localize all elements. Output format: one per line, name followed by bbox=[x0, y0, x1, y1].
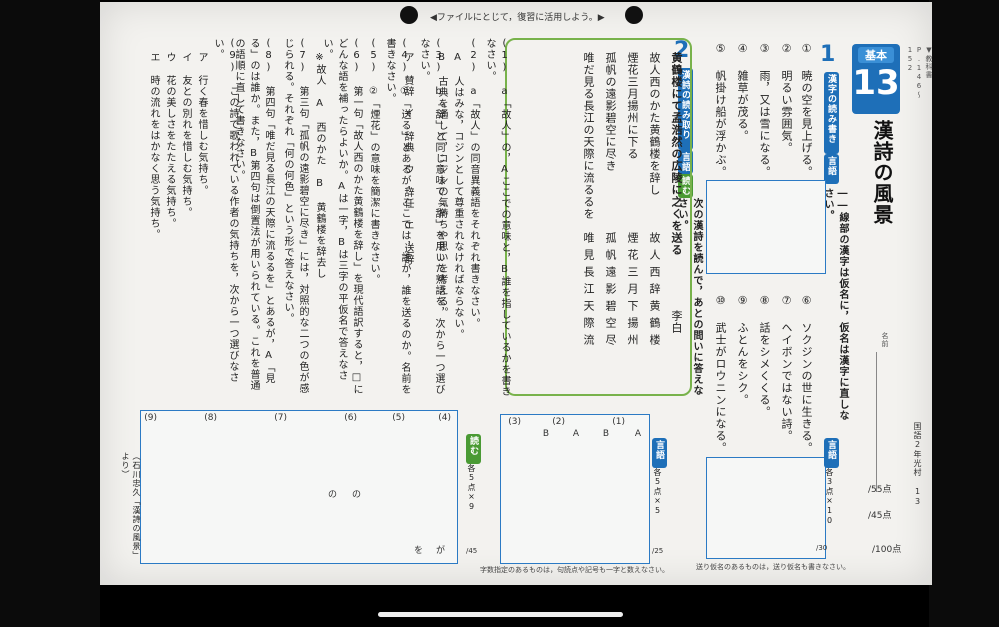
grid-label-8: (8) bbox=[204, 413, 217, 423]
question-3: (3) b「辞」と同じ意味で「辞」を用いた熟語を，次から一つ選びなさい。 bbox=[418, 38, 444, 395]
poem-hakubun-2: 煙花三月下揚州 bbox=[626, 232, 639, 351]
right-dark-margin bbox=[929, 0, 999, 627]
kanji-total: /30 bbox=[816, 544, 828, 552]
question-9: (9) この詩で歌われている作者の気持ちを，次から一つ選びなさい。 bbox=[212, 38, 238, 383]
textbook-pages: ▼教科書 P.146～152 bbox=[906, 46, 933, 99]
question-1: (1) a「故人」の，Aここでの意味と，B誰を指しているかを書きなさい。 bbox=[484, 38, 510, 397]
kanji-footnote: 送り仮名のあるものは，送り仮名も書きなさい。 bbox=[696, 563, 850, 571]
question-9-choice-a: ア 行く春を惜しむ気持ち。 bbox=[196, 52, 207, 196]
poem-kundoku-3: 孤帆の遠影碧空に尽き bbox=[604, 52, 617, 172]
question-6: (6) 第一句「故人西のかた黄鶴楼を辞し」を現代語訳すると，□にどんな語を補った… bbox=[321, 38, 362, 395]
poem-author: 李白 bbox=[670, 310, 683, 334]
kanji-answer-box-bottom[interactable] bbox=[706, 457, 826, 559]
kanji-answer-box-top[interactable] bbox=[706, 180, 826, 274]
binder-hole-right bbox=[625, 6, 643, 24]
char-count-note: 字数指定のあるものは，句読点や記号も一字と数えなさい。 bbox=[480, 566, 669, 574]
grid-label-6: (6) bbox=[344, 413, 357, 423]
unit-badge: 基本 13 bbox=[852, 44, 900, 114]
poem-hakubun-1: 故人西辞黄鶴楼 bbox=[648, 232, 661, 351]
answer-hint-wo: を bbox=[413, 546, 423, 556]
unit-title: 漢詩の風景 bbox=[870, 120, 894, 225]
poem-box: 黄鶴楼にて孟浩然の広陵に之くを送る 李白 故人西のかた黄鶴楼を辞し 煙花三月揚州… bbox=[505, 38, 692, 396]
section-1-tag: 言語 bbox=[824, 154, 839, 184]
poem-kundoku-2: 煙花三月揚州に下る bbox=[626, 52, 639, 160]
poem-hakubun-3: 孤帆遠影碧空尽 bbox=[604, 232, 617, 351]
grid-2-b: B bbox=[542, 429, 549, 439]
question-2: (2) a「故人」の同音異義語をそれぞれ書きなさい。 bbox=[468, 38, 479, 329]
grid-1-b: B bbox=[602, 429, 609, 439]
question-4: (4) ①「送る」とあるが，ここでは，誰が，誰を送るのか。名前を書きなさい。 bbox=[384, 38, 410, 395]
question-2-a: A 人はみな，コジンとして尊重されなければならない。 bbox=[452, 52, 463, 340]
yomu-score: 各5点×9 bbox=[467, 464, 476, 512]
grid-label-4: (4) bbox=[438, 413, 451, 423]
page-label: 国語2年光村 13 bbox=[913, 422, 922, 507]
question-9-choice-e: エ 時の流れをはかなく思う気持ち。 bbox=[148, 52, 159, 240]
score-total: /100点 bbox=[872, 545, 902, 555]
reading-answer-grid-2[interactable]: (4) (5) (6) (7) (8) (9) が を の の bbox=[140, 410, 458, 564]
section-1-number: 1 bbox=[820, 42, 836, 67]
photo-background: ◀ファイルにとじて，復習に活用しよう。▶ 基本 13 ▼教科書 P.146～15… bbox=[0, 0, 999, 627]
poem-kundoku-4: 唯だ見る長江の天際に流るるを bbox=[582, 52, 595, 220]
question-9-choice-u: ウ 花の美しさをたたえる気持ち。 bbox=[164, 52, 175, 229]
poem-title: 黄鶴楼にて孟浩然の広陵に之くを送る bbox=[670, 52, 683, 256]
poem-hakubun-4: 唯見長江天際流 bbox=[582, 232, 595, 351]
worksheet-page: ◀ファイルにとじて，復習に活用しよう。▶ 基本 13 ▼教科書 P.146～15… bbox=[100, 2, 933, 585]
answer-hint-no-b: の bbox=[327, 490, 337, 500]
poem-kundoku-1: 故人西のかた黄鶴楼を辞し bbox=[648, 52, 661, 196]
grid-1-a: A bbox=[634, 429, 641, 439]
question-9-choice-i: イ 友との別れを惜しむ気持ち。 bbox=[180, 52, 191, 218]
kanji-score-tag: 言語 bbox=[824, 438, 839, 468]
reading-score: 各5点×5 bbox=[653, 468, 662, 516]
grid-label-2: (2) bbox=[552, 417, 565, 427]
section-1-label: 漢字の読み書き bbox=[824, 72, 839, 154]
unit-number: 13 bbox=[852, 63, 900, 103]
reading-score-tag: 言語 bbox=[652, 438, 667, 468]
grid-label-5: (5) bbox=[392, 413, 405, 423]
home-indicator[interactable] bbox=[378, 612, 623, 617]
answer-hint-ga: が bbox=[435, 546, 445, 556]
name-line bbox=[876, 352, 877, 492]
binder-hole-left bbox=[400, 6, 418, 24]
question-5: (5) ②「煙花」の意味を簡潔に書きなさい。 bbox=[368, 38, 379, 285]
score-55: /55点 bbox=[868, 485, 892, 495]
yomu-score-tag: 読む bbox=[466, 434, 481, 464]
name-label: 名前 bbox=[881, 332, 889, 348]
grid-label-9: (9) bbox=[144, 413, 157, 423]
left-dark-margin bbox=[0, 0, 100, 627]
score-45: /45点 bbox=[868, 511, 892, 521]
source-note: （石川忠久「漢詩の風景」より） bbox=[121, 452, 141, 560]
question-6-note: ※故人 A 西のかた B 黄鶴楼を辞去し bbox=[314, 52, 325, 279]
grid-label-1: (1) bbox=[612, 417, 625, 427]
filing-note: ◀ファイルにとじて，復習に活用しよう。▶ bbox=[430, 13, 605, 23]
kanji-score: 各3点×10 bbox=[825, 468, 834, 526]
question-7: (7) 第三句「孤帆の遠影碧空に尽き」には，対照的な二つの色が感じられる。それぞ… bbox=[282, 38, 308, 394]
reading-answer-grid[interactable]: (1) (2) (3) A B A B bbox=[500, 414, 650, 564]
grid-label-7: (7) bbox=[274, 413, 287, 423]
grid-2-a: A bbox=[572, 429, 579, 439]
grid-label-3: (3) bbox=[508, 417, 521, 427]
reading-total: /25 bbox=[652, 547, 664, 555]
yomu-total: /45 bbox=[466, 547, 478, 555]
answer-hint-no-a: の bbox=[351, 490, 361, 500]
badge-label: 基本 bbox=[858, 47, 894, 63]
